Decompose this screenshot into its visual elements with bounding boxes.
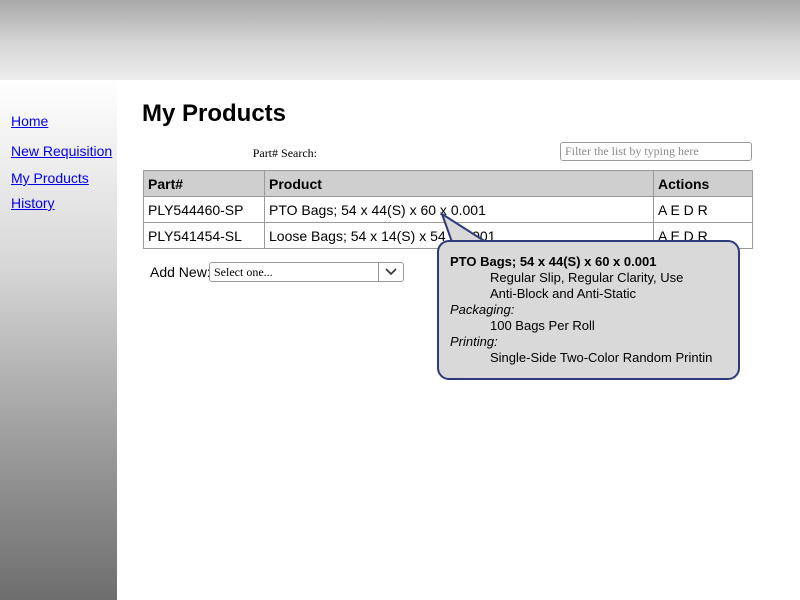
part-search-label: Part# Search: — [252, 146, 317, 160]
column-header-product[interactable]: Product — [264, 170, 654, 197]
column-header-actions[interactable]: Actions — [653, 170, 753, 197]
sidebar-item-new-requisition[interactable]: New Requisition — [11, 143, 112, 159]
tooltip-title: PTO Bags; 54 x 44(S) x 60 x 0.001 — [450, 254, 657, 269]
sidebar-item-my-products[interactable]: My Products — [11, 170, 89, 186]
tooltip-printing-label: Printing: — [450, 334, 498, 349]
page-title: My Products — [142, 100, 287, 127]
sidebar-item-history[interactable]: History — [11, 195, 55, 211]
table-header-row: Part# Product Actions — [143, 170, 753, 197]
sidebar: Home New Requisition My Products History — [0, 80, 117, 600]
sidebar-item-home[interactable]: Home — [11, 113, 48, 129]
dropdown-button[interactable] — [378, 262, 403, 282]
actions-cell[interactable]: A E D R — [653, 196, 753, 223]
add-new-selected-value: Select one... — [214, 265, 273, 279]
tooltip-printing-value: Single-Side Two-Color Random Printin — [490, 350, 713, 365]
tooltip-packaging-label: Packaging: — [450, 302, 515, 317]
tooltip-description-line: Anti-Block and Anti-Static — [490, 286, 636, 301]
product-tooltip: PTO Bags; 54 x 44(S) x 60 x 0.001 Regula… — [437, 240, 740, 380]
tooltip-description-line: Regular Slip, Regular Clarity, Use — [490, 270, 684, 285]
header-band — [0, 0, 800, 80]
add-new-select[interactable]: Select one... — [209, 262, 404, 282]
add-new-label: Add New: — [150, 264, 211, 280]
tooltip-packaging-value: 100 Bags Per Roll — [490, 318, 595, 333]
part-number-cell: PLY541454-SL — [143, 222, 265, 249]
part-number-cell: PLY544460-SP — [143, 196, 265, 223]
chevron-down-icon — [385, 268, 397, 276]
part-search-input[interactable] — [560, 142, 752, 161]
column-header-part[interactable]: Part# — [143, 170, 265, 197]
